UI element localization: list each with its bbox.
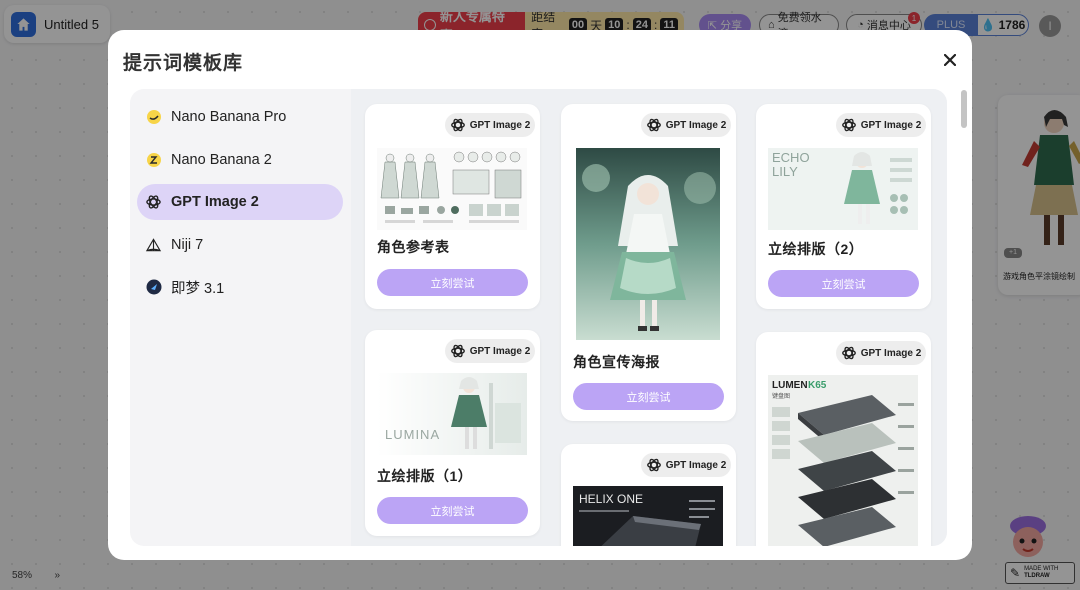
model-badge-label: GPT Image 2 (469, 345, 531, 357)
model-badge: GPT Image 2 (836, 113, 926, 137)
preview-text: K65 (808, 380, 827, 391)
model-label: Niji 7 (171, 236, 204, 253)
model-item-niji-7[interactable]: Niji 7 (137, 227, 343, 263)
preview-text: HELIX ONE (579, 492, 643, 506)
model-badge-label: GPT Image 2 (665, 459, 727, 471)
template-card[interactable]: GPT Image 2 ECHO LILY 立绘排版（2） 立刻尝试 (756, 104, 931, 309)
template-card[interactable]: GPT Image 2 LUMINA 立绘排版（1） 立刻尝试 (365, 330, 540, 536)
jimeng-icon (145, 279, 162, 296)
template-card[interactable]: GPT Image 2 HELIX ONE (561, 444, 736, 546)
model-label: Nano Banana Pro (171, 109, 287, 125)
template-preview-image (576, 148, 720, 340)
template-preview-image (377, 148, 527, 230)
niji-sail-icon (145, 236, 162, 253)
template-preview-image: ECHO LILY (768, 148, 918, 230)
template-panel: Nano Banana Pro Nano Banana 2 GPT Image … (130, 89, 947, 546)
template-preview-image: LUMEN K65 键盘图 (768, 375, 918, 546)
template-title: 立绘排版（1） (377, 468, 473, 484)
preview-text: ECHO (772, 150, 810, 165)
scrollbar[interactable] (961, 90, 967, 128)
model-item-nano-banana-pro[interactable]: Nano Banana Pro (137, 99, 343, 135)
template-preview-image: LUMINA (377, 373, 527, 455)
model-badge: GPT Image 2 (445, 339, 535, 363)
close-icon (944, 54, 956, 66)
modal-title: 提示词模板库 (123, 53, 244, 74)
preview-text: LUMINA (385, 427, 440, 442)
openai-icon (646, 118, 661, 132)
close-button[interactable] (940, 50, 960, 70)
preview-text: LILY (772, 164, 798, 179)
model-list: Nano Banana Pro Nano Banana 2 GPT Image … (137, 99, 343, 312)
model-badge-label: GPT Image 2 (860, 119, 922, 131)
model-label: Nano Banana 2 (171, 151, 272, 168)
banana-pro-icon (145, 109, 162, 126)
openai-icon (145, 194, 162, 211)
openai-icon (450, 118, 465, 132)
model-badge-label: GPT Image 2 (665, 119, 727, 131)
template-grid[interactable]: GPT Image 2 角色参考表 立刻尝试 GPT Image 2 角色宣传海… (351, 89, 947, 546)
model-badge-label: GPT Image 2 (469, 119, 531, 131)
template-title: 角色宣传海报 (573, 354, 660, 370)
openai-icon (450, 344, 465, 358)
model-label: 即梦 3.1 (171, 280, 225, 297)
preview-text: LUMEN (772, 380, 808, 391)
openai-icon (646, 458, 661, 472)
try-now-button[interactable]: 立刻尝试 (377, 497, 528, 524)
model-item-gpt-image-2[interactable]: GPT Image 2 (137, 184, 343, 220)
openai-icon (841, 346, 856, 360)
try-now-button[interactable]: 立刻尝试 (573, 383, 724, 410)
model-label: GPT Image 2 (171, 194, 259, 210)
template-card[interactable]: GPT Image 2 LUMEN K65 键盘图 (756, 332, 931, 546)
template-preview-image: HELIX ONE (573, 486, 723, 546)
model-badge: GPT Image 2 (641, 453, 731, 477)
model-item-nano-banana-2[interactable]: Nano Banana 2 (137, 142, 343, 178)
preview-text: 键盘图 (772, 392, 790, 400)
try-now-button[interactable]: 立刻尝试 (768, 270, 919, 297)
model-badge: GPT Image 2 (445, 113, 535, 137)
try-now-button[interactable]: 立刻尝试 (377, 269, 528, 296)
banana-2-icon (145, 151, 162, 168)
template-title: 立绘排版（2） (768, 241, 864, 257)
template-card[interactable]: GPT Image 2 角色宣传海报 立刻尝试 (561, 104, 736, 421)
model-badge: GPT Image 2 (641, 113, 731, 137)
prompt-template-modal: 提示词模板库 Nano Banana Pro Nano Banana 2 GPT… (108, 30, 972, 560)
model-badge: GPT Image 2 (836, 341, 926, 365)
model-item-jimeng[interactable]: 即梦 3.1 (137, 269, 343, 305)
model-badge-label: GPT Image 2 (860, 347, 922, 359)
template-card[interactable]: GPT Image 2 角色参考表 立刻尝试 (365, 104, 540, 309)
template-title: 角色参考表 (377, 239, 450, 255)
openai-icon (841, 118, 856, 132)
